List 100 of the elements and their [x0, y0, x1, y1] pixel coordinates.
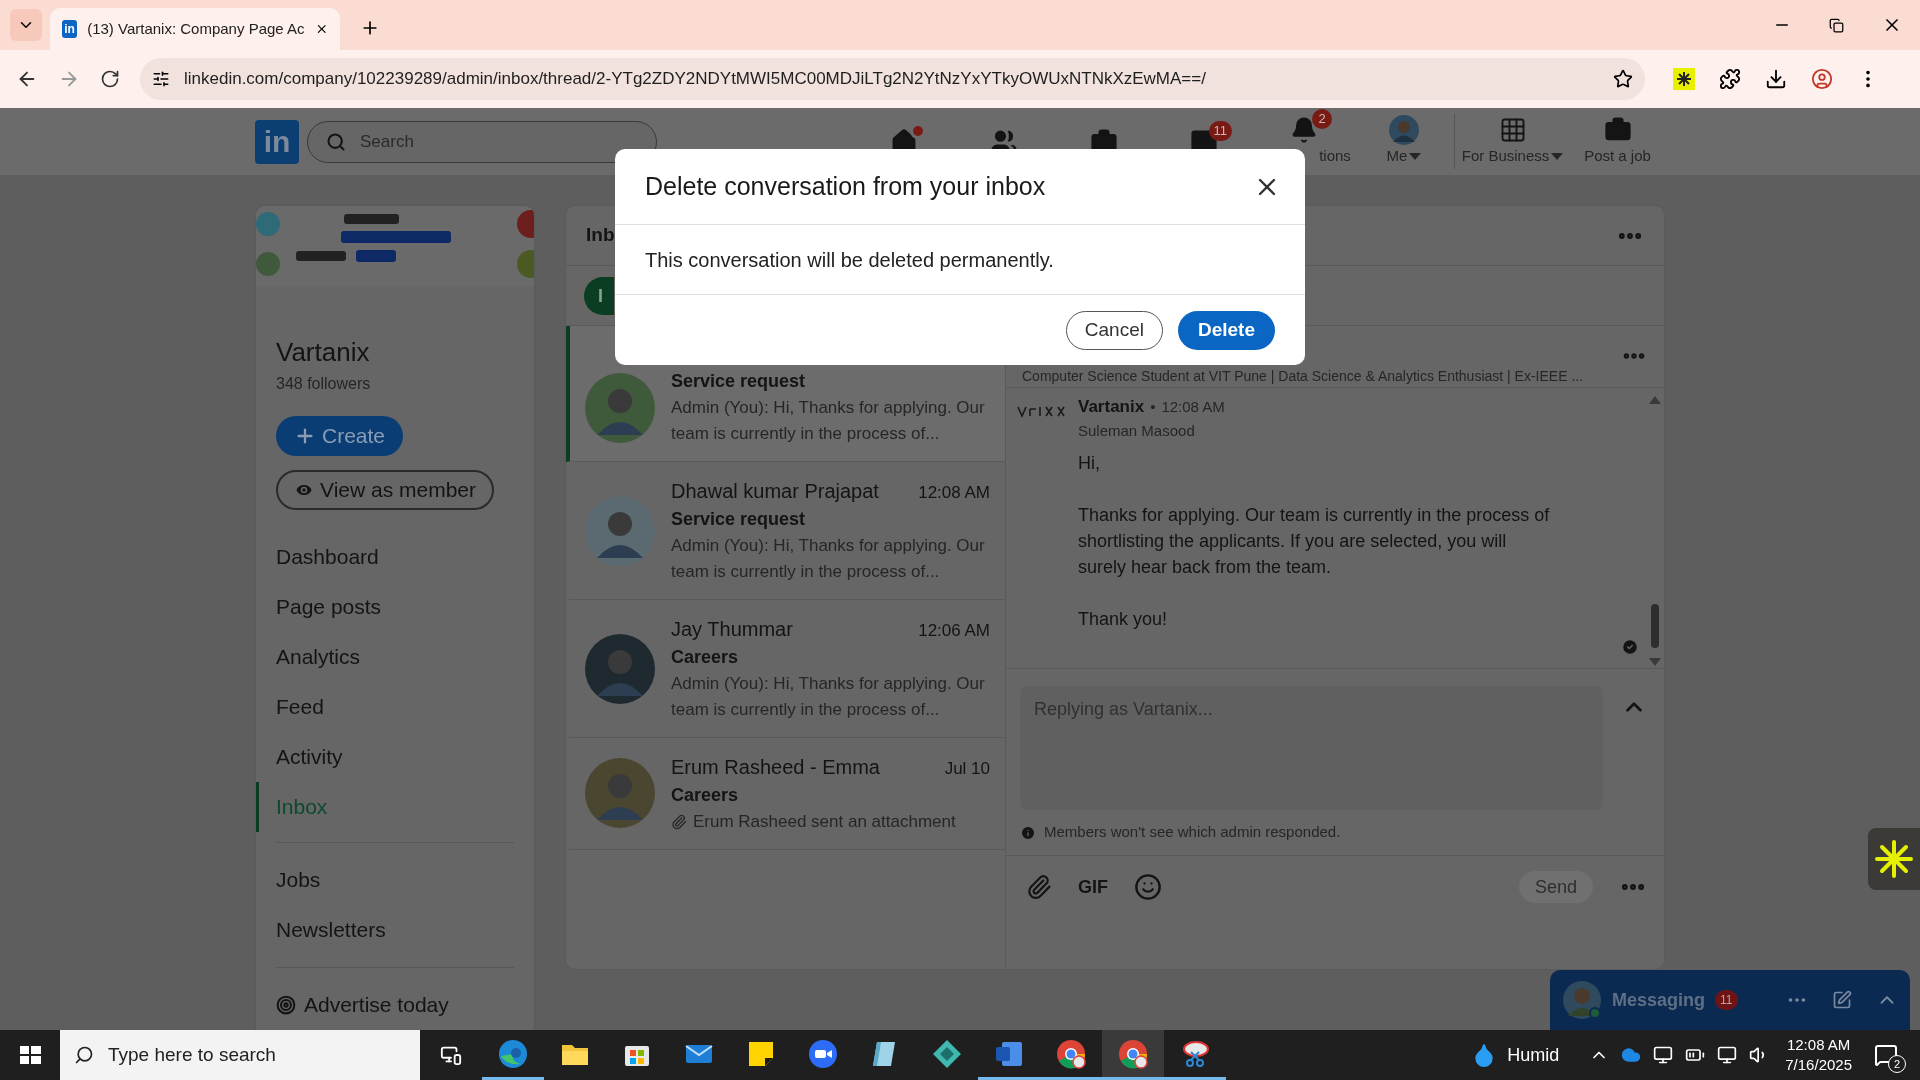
conversation-time: 12:06 AM: [918, 620, 990, 642]
view-as-member-button[interactable]: View as member: [276, 470, 494, 510]
sidebar-item[interactable]: Analytics: [276, 641, 361, 673]
nav-label[interactable]: Me: [1386, 145, 1408, 168]
browser-icon[interactable]: [497, 1037, 529, 1070]
sidebar-item[interactable]: Inbox: [276, 791, 328, 823]
message-preview: Admin (You): Hi, Thanks for applying. Our team is currently in the process of...: [671, 397, 986, 445]
sidebar-item[interactable]: Jobs: [276, 864, 321, 896]
taskbar-search-field[interactable]: Type here to search: [60, 1030, 420, 1080]
message-preview: Admin (You): Hi, Thanks for applying. Our team is currently in the process of...: [671, 535, 986, 583]
search-icon: [326, 131, 346, 152]
sidebar-item[interactable]: Page posts: [276, 591, 382, 623]
messaging-title: Messaging: [1612, 988, 1706, 1012]
separator-dot: •: [1150, 397, 1156, 417]
sender-name: Vartanix: [1078, 396, 1145, 418]
asterisk-icon: [1875, 840, 1913, 878]
browser-tab[interactable]: in (13) Vartanix: Company Page Ac: [50, 8, 340, 50]
task-view-icon[interactable]: [440, 1044, 462, 1066]
notification-badge: 2: [1312, 109, 1332, 130]
paperclip-icon: [671, 813, 687, 830]
message-text: Thank you!: [1078, 608, 1169, 631]
browser-icon[interactable]: [1055, 1037, 1087, 1070]
unread-badge: 11: [1715, 990, 1738, 1010]
dialog-title: Delete conversation from your inbox: [645, 170, 1046, 202]
diamond-icon[interactable]: [931, 1037, 963, 1070]
scrollbar-thumb[interactable]: [1651, 604, 1659, 648]
puzzle-icon[interactable]: [1719, 68, 1741, 90]
star-icon[interactable]: [1613, 69, 1633, 89]
follower-count: 348 followers: [276, 374, 372, 394]
conversation-item[interactable]: Dhawal kumar Prajapat 12:08 AM Service request Admin (You): Hi, Thanks for applying. Our team is currently in the process of...: [566, 462, 1005, 600]
conversation-time: Jul 10: [944, 758, 990, 780]
search-field[interactable]: Search: [307, 120, 657, 163]
reload-icon[interactable]: [100, 69, 120, 89]
taskbar-app[interactable]: [1102, 1030, 1164, 1080]
create-button[interactable]: Create: [276, 416, 404, 456]
nav-label[interactable]: Post a job: [1584, 145, 1651, 168]
notification-count: 2: [1888, 1055, 1906, 1073]
download-icon[interactable]: [1765, 68, 1787, 90]
paperclip-icon[interactable]: [1026, 874, 1052, 900]
conversation-item[interactable]: Jay Thummar 12:06 AM Careers Admin (You): Hi, Thanks for applying. Our team is currently in the process of...: [566, 600, 1005, 738]
extension-icon[interactable]: [1673, 68, 1695, 90]
headline-text: Computer Science Student at VIT Pune | Data Science & Analytics Enthusiast | Ex-IEEE ...: [1022, 368, 1584, 385]
avatar: [585, 372, 655, 443]
inbox-title: Inb: [586, 223, 615, 248]
avatar: [585, 758, 655, 829]
message-preview: Admin (You): Hi, Thanks for applying. Our team is currently in the process of...: [671, 673, 986, 721]
message-preview: Erum Rasheed sent an attachment: [693, 811, 956, 833]
clock-time[interactable]: 12:08 AM: [1786, 1035, 1851, 1055]
weather-text: Humid: [1507, 1043, 1560, 1067]
conversation-subject: Careers: [671, 646, 740, 669]
conversation-subject: Service request: [671, 508, 807, 531]
company-logo-icon: [1016, 404, 1066, 418]
admin-name: Suleman Masood: [1078, 420, 1196, 441]
message-text: Hi,: [1078, 452, 1101, 475]
network-icon[interactable]: [1717, 1045, 1738, 1065]
avatar: [585, 495, 655, 566]
contact-name: Erum Rasheed - Emma: [671, 755, 880, 780]
site-info-icon[interactable]: [152, 70, 170, 88]
gif-button[interactable]: GIF: [1078, 873, 1108, 901]
dialog-message: This conversation will be deleted permanently.: [645, 247, 1054, 273]
restore-icon[interactable]: [1829, 17, 1844, 33]
conversation-time: 12:08 AM: [918, 482, 990, 504]
search-icon: [74, 1045, 94, 1065]
sidebar-item[interactable]: Feed: [276, 691, 324, 723]
delete-button[interactable]: Delete: [1177, 310, 1275, 350]
favicon: in: [62, 20, 78, 38]
profile-icon[interactable]: [1811, 68, 1833, 90]
contact-name: Dhawal kumar Prajapat: [671, 479, 879, 504]
address-bar[interactable]: linkedin.com/company/102239289/admin/inbox/thread/2-YTg2ZDY2NDYtMWI5MC00MDJiLTg2N2YtNzYxYTkyOWUxNTNkXzEwMA==/: [140, 58, 1645, 100]
emoji-icon[interactable]: [1134, 873, 1162, 901]
target-icon: [276, 995, 296, 1015]
avatar: [585, 633, 655, 704]
nav-label[interactable]: tions: [1319, 145, 1351, 168]
info-note: Members won't see which admin responded.: [1044, 822, 1341, 843]
video-camera-icon[interactable]: [807, 1037, 839, 1070]
conversation-subject: Careers: [671, 784, 740, 807]
browser-icon[interactable]: [1117, 1037, 1149, 1070]
sidebar-item[interactable]: Newsletters: [276, 914, 386, 946]
assistant-button[interactable]: [1868, 828, 1920, 890]
sidebar-item[interactable]: Advertise today: [304, 989, 449, 1021]
monitor-icon[interactable]: [1653, 1045, 1674, 1065]
url-text: linkedin.com/company/102239289/admin/inbox/thread/2-YTg2ZDY2NDYtMWI5MC00MDJiLTg2N2YtNzYxYTkyOWUxNTNkXzEwMA==/: [184, 68, 1206, 91]
company-name: Vartanix: [276, 336, 371, 368]
nav-label[interactable]: For Business: [1461, 145, 1550, 168]
compose-icon[interactable]: [1832, 990, 1852, 1010]
clock-date[interactable]: 7/16/2025: [1785, 1055, 1852, 1075]
filter-pill[interactable]: I: [584, 276, 614, 315]
logo[interactable]: in: [255, 119, 299, 164]
conversation-item[interactable]: Erum Rasheed - Emma Jul 10 Careers Erum Rasheed sent an attachment: [566, 738, 1005, 850]
info-icon: [1020, 824, 1036, 841]
avatar[interactable]: [1389, 115, 1419, 146]
cloud-icon[interactable]: [1621, 1045, 1642, 1065]
contact-name: Jay Thummar: [671, 617, 793, 642]
sidebar-item[interactable]: Activity: [276, 741, 343, 773]
bell-icon[interactable]: [1290, 116, 1318, 145]
conversation-subject: Service request: [671, 370, 807, 393]
avatar: [1562, 980, 1602, 1020]
sidebar-item[interactable]: Dashboard: [276, 541, 379, 573]
messaging-bar[interactable]: Messaging 11: [1550, 970, 1910, 1030]
message-text: Thanks for applying. Our team is currently in the process of shortlisting the applicants. If you are selected, you will surely hear back from the team.: [1078, 504, 1551, 579]
